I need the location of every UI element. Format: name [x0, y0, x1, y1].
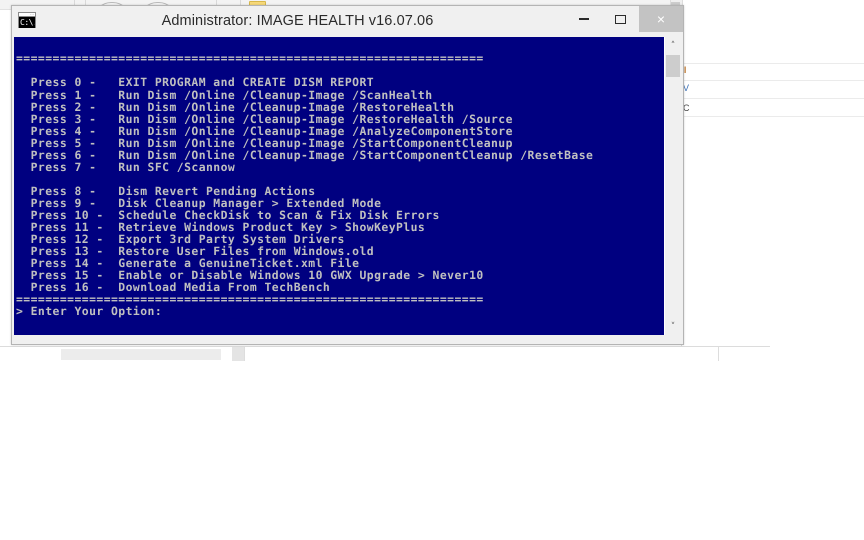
minimize-icon — [578, 18, 589, 20]
icon-dots: ··· — [30, 12, 34, 17]
window-bottom-strip — [14, 335, 681, 342]
maximize-button[interactable] — [602, 6, 639, 32]
icon-prompt-text: C:\. — [19, 17, 35, 28]
background-status-chip — [232, 347, 244, 361]
background-right-panel — [681, 0, 864, 355]
window-controls: × — [565, 6, 683, 36]
console-screen[interactable]: ========================================… — [14, 37, 664, 335]
console-scrollbar[interactable]: ˄ ˅ — [664, 37, 681, 335]
minimize-button[interactable] — [565, 6, 602, 32]
console-client-area: ========================================… — [14, 37, 681, 335]
title-bar[interactable]: ··· C:\. Administrator: IMAGE HEALTH v16… — [12, 6, 683, 36]
console-output: ========================================… — [16, 51, 594, 319]
list-item — [681, 116, 864, 117]
command-prompt-icon: ··· C:\. — [18, 12, 36, 28]
list-item — [681, 98, 864, 99]
background-status-chip — [61, 349, 221, 360]
scroll-up-icon[interactable]: ˄ — [665, 37, 681, 54]
background-divider — [244, 347, 245, 361]
scrollbar-thumb[interactable] — [666, 55, 680, 77]
maximize-icon — [615, 14, 626, 24]
close-button[interactable]: × — [639, 6, 683, 32]
console-window[interactable]: ··· C:\. Administrator: IMAGE HEALTH v16… — [11, 5, 684, 345]
background-divider — [718, 347, 719, 361]
close-icon: × — [656, 11, 666, 27]
list-item — [681, 63, 864, 64]
list-item — [681, 80, 864, 81]
scroll-down-icon[interactable]: ˅ — [665, 318, 681, 335]
